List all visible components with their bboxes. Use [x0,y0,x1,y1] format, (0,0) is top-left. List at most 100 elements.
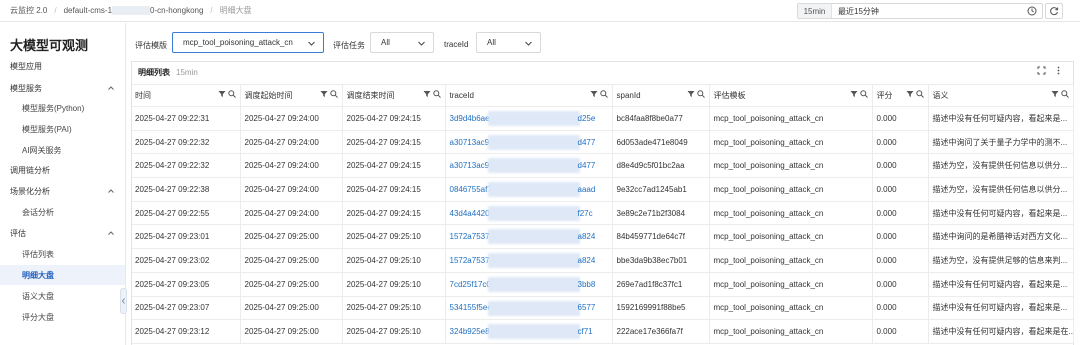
sidebar-item-model-app[interactable]: 模型应用 [0,56,125,76]
refresh-button[interactable] [1045,3,1063,19]
traceid-cell[interactable]: a30713ac92 d477 [445,153,613,179]
task-select[interactable]: All [370,32,434,53]
traceid-cell[interactable]: a30713ac92 d477 [445,130,613,155]
score-cell: 0.000 [872,224,929,250]
score-cell: 0.000 [872,296,929,321]
table-row[interactable]: 2025-04-27 09:23:02 2025-04-27 09:25:00 20… [132,248,1074,273]
sidebar-item-label: 会话分析 [22,207,54,217]
column-header[interactable]: spanId [612,84,710,107]
table-row[interactable]: 2025-04-27 09:23:05 2025-04-27 09:25:00 20… [132,272,1074,297]
table-row[interactable]: 2025-04-27 09:22:31 2025-04-27 09:24:00 20… [132,106,1074,131]
eval-template-cell: mcp_tool_poisoning_attack_cn [709,153,873,179]
sidebar-item-label: 场景化分析 [10,186,50,196]
column-header[interactable]: 调度起始时间 [240,84,343,107]
table-row[interactable]: 2025-04-27 09:23:12 2025-04-27 09:25:00 20… [132,319,1074,344]
clock-icon [1026,5,1038,17]
redacted-mask [112,6,151,16]
sidebar-item-eval-list[interactable]: 评估列表 [0,244,125,264]
breadcrumb-home[interactable]: 云监控 2.0 [10,5,47,16]
template-filter-label: 评估模版 [135,41,167,50]
table-row[interactable]: 2025-04-27 09:22:55 2025-04-27 09:24:00 20… [132,201,1074,226]
breadcrumb-workspace[interactable]: default-cms-1 0-cn-hongkong [64,6,203,16]
sidebar-item-model-service[interactable]: 模型服务 [0,78,125,98]
traceid-suffix: d477 [577,137,596,147]
spanid-cell: 222ace17e366fa7f [612,319,710,344]
search-icon [696,90,705,98]
traceid-cell[interactable]: 534155f5ee 6577 [445,296,613,321]
traceid-cell[interactable]: 7cd25f17c0 3bb8 [445,272,613,297]
schedule-end-cell: 2025-04-27 09:24:15 [342,106,446,131]
table-header-row: 时间 调度起始时间 调度结束时间 traceId spanId 评估模板 评分 … [132,84,1074,107]
schedule-start-cell: 2025-04-27 09:25:00 [240,224,343,250]
traceid-cell[interactable]: 3d9d4b6aec d25e [445,106,613,131]
table-row[interactable]: 2025-04-27 09:22:32 2025-04-27 09:24:00 20… [132,130,1074,155]
filter-icon [218,91,225,97]
redacted-mask [487,182,580,198]
sidebar-item-semantic-dashboard[interactable]: 语义大盘 [0,286,125,306]
search-icon [915,90,924,98]
more-options-icon[interactable] [1054,66,1063,75]
eval-template-cell: mcp_tool_poisoning_attack_cn [709,272,873,297]
sidebar-item-model-service-python[interactable]: 模型服务(Python) [0,98,125,118]
sidebar-item-score-dashboard[interactable]: 评分大盘 [0,307,125,327]
redacted-mask [487,276,580,292]
sidebar-collapse-handle[interactable] [120,288,127,314]
detail-list-panel: 明细列表 15min 时间 调度起始时间 调度结束时间 traceId span… [131,61,1074,345]
redacted-mask [487,300,580,316]
column-header[interactable]: traceId [445,84,613,107]
search-icon [599,90,608,98]
schedule-start-cell: 2025-04-27 09:25:00 [240,248,343,273]
sidebar-item-scenario-analysis[interactable]: 场景化分析 [0,181,125,201]
filter-icon [590,91,597,97]
column-header[interactable]: 评估模板 [709,84,873,107]
sidebar-item-trace-analysis[interactable]: 调用链分析 [0,160,125,180]
spanid-cell: 84b459771de64c7f [612,224,710,250]
search-icon [329,90,338,98]
table-row[interactable]: 2025-04-27 09:23:01 2025-04-27 09:25:00 20… [132,224,1074,250]
redacted-mask [487,134,580,150]
sidebar-item-detail-dashboard[interactable]: 明细大盘 [0,265,125,285]
column-header[interactable]: 评分 [872,84,929,107]
traceid-cell[interactable]: 1572a75376 a824 [445,248,613,273]
traceid-cell[interactable]: 324b925e82 cf71 [445,319,613,344]
traceid-cell[interactable]: 0846755af7 aaad [445,177,613,202]
sidebar-title: 大模型可观测 [10,38,89,53]
table-row[interactable]: 2025-04-27 09:22:32 2025-04-27 09:24:00 20… [132,153,1074,179]
table-row[interactable]: 2025-04-27 09:22:38 2025-04-27 09:24:00 20… [132,177,1074,202]
chevron-up-icon [108,86,114,90]
chevron-up-icon [108,231,114,235]
semantic-cell: 描述中没有任何可疑内容，看起来是... [928,106,1074,131]
chevron-down-icon [418,41,425,46]
column-header[interactable]: 时间 [132,84,241,107]
time-cell: 2025-04-27 09:22:55 [132,201,241,226]
fullscreen-icon[interactable] [1037,66,1046,75]
score-cell: 0.000 [872,177,929,202]
sidebar-item-label: 评估列表 [22,249,54,259]
eval-template-cell: mcp_tool_poisoning_attack_cn [709,248,873,273]
column-header[interactable]: 调度结束时间 [342,84,446,107]
sidebar-item-session-analysis[interactable]: 会话分析 [0,202,125,222]
time-range-label: 最近15分钟 [838,6,879,16]
table-row[interactable]: 2025-04-27 09:23:07 2025-04-27 09:25:00 20… [132,296,1074,321]
redacted-mask [487,111,580,126]
time-range-picker[interactable]: 15min 最近15分钟 [797,3,1043,19]
semantic-cell: 描述中没有任何可疑内容，看起来是... [928,272,1074,297]
column-header[interactable]: 语义 [928,84,1074,107]
schedule-start-cell: 2025-04-27 09:25:00 [240,272,343,297]
panel-title: 明细列表 [138,67,170,77]
template-select[interactable]: mcp_tool_poisoning_attack_cn [172,32,324,53]
sidebar-item-label: 模型服务(Python) [22,103,85,113]
sidebar-item-evaluation[interactable]: 评估 [0,223,125,243]
traceid-cell[interactable]: 43d4a4420a f27c [445,201,613,226]
sidebar-item-model-service-pai[interactable]: 模型服务(PAI) [0,119,125,139]
sidebar-item-ai-gateway[interactable]: AI网关服务 [0,140,125,160]
semantic-cell: 描述中没有任何可疑内容，看起来是在... [928,319,1074,344]
semantic-cell: 描述中询问的是希腊神话对西方文化... [928,224,1074,250]
spanid-cell: 269e7ad1f8c37fc1 [612,272,710,297]
traceid-select[interactable]: All [476,32,541,53]
search-icon [227,90,236,98]
semantic-cell: 描述为空，没有提供任何信息以供分... [928,153,1074,179]
traceid-cell[interactable]: 1572a75376 a824 [445,224,613,250]
top-bar: 云监控 2.0 / default-cms-1 0-cn-hongkong / 明… [0,0,1080,22]
time-range-tag: 15min [798,4,832,18]
